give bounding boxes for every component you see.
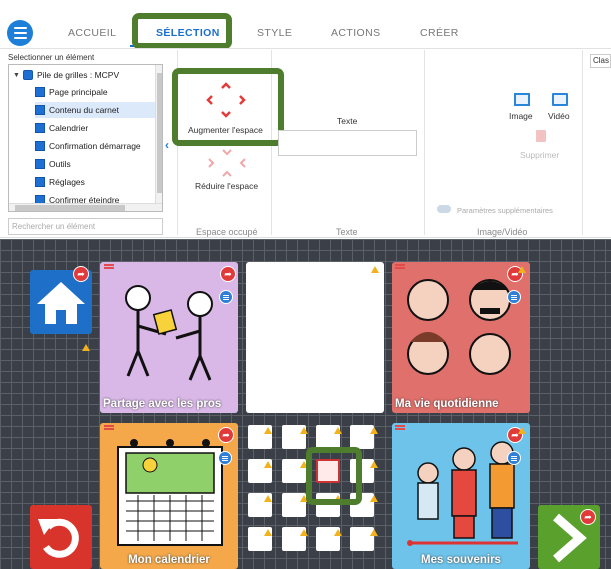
warning-icon [264, 495, 272, 502]
texte-label: Texte [337, 116, 358, 126]
divider [424, 50, 425, 235]
home-icon [37, 282, 85, 324]
texte-group-label: Texte [336, 227, 358, 237]
list-badge-icon[interactable] [218, 451, 232, 465]
share-badge-icon[interactable]: ➦ [218, 427, 234, 443]
red-marker-icon [395, 264, 405, 266]
tree-horizontal-scrollbar[interactable] [9, 203, 162, 211]
supprimer-label[interactable]: Supprimer [520, 150, 559, 160]
image-icon[interactable] [514, 93, 530, 106]
texte-input[interactable] [278, 130, 417, 156]
share-badge-icon[interactable]: ➦ [73, 266, 89, 282]
tree-item-label: Calendrier [49, 123, 89, 133]
trash-icon[interactable] [536, 130, 546, 142]
highlight-selection-tab [132, 13, 232, 49]
image-button-label[interactable]: Image [509, 111, 533, 121]
warning-icon [371, 266, 379, 273]
red-marker-icon [395, 425, 405, 427]
card-title: Mes souvenirs [421, 554, 501, 566]
tab-style[interactable]: STYLE [257, 27, 292, 39]
family-memories-icon [407, 441, 518, 546]
card-title: Mon calendrier [128, 554, 210, 566]
list-badge-icon[interactable] [507, 290, 521, 304]
tab-accueil[interactable]: ACCUEIL [68, 27, 116, 39]
tab-actions[interactable]: ACTIONS [331, 27, 380, 39]
undo-arrow-icon [38, 518, 79, 558]
warning-icon [370, 495, 378, 502]
grid-icon [35, 159, 45, 169]
card-title: Ma vie quotidienne [395, 398, 499, 410]
tree-item-reglages[interactable]: Réglages [35, 174, 85, 190]
tree-item-label: Outils [49, 159, 71, 169]
warning-icon [370, 529, 378, 536]
grid-icon [35, 141, 45, 151]
people-sharing-icon [125, 285, 213, 381]
top-bar: ACCUEIL SÉLECTION STYLE ACTIONS CRÉER [0, 0, 611, 48]
tree-item-contenu-carnet[interactable]: Contenu du carnet [35, 102, 162, 118]
tree-item-label: Contenu du carnet [49, 105, 119, 115]
card-partage[interactable]: Partage avec les pros [100, 262, 238, 413]
tree-scrollbar[interactable] [155, 65, 162, 211]
list-badge-icon[interactable] [219, 290, 233, 304]
red-marker-icon [104, 425, 114, 427]
warning-icon [334, 529, 342, 536]
tree-item-confirmation[interactable]: Confirmation démarrage [35, 138, 141, 154]
parametres-label[interactable]: Paramètres supplémentaires [457, 206, 553, 215]
daily-life-icon [407, 279, 511, 375]
calendar-icon [117, 439, 223, 546]
warning-icon [334, 427, 342, 434]
tree-item-label: Réglages [49, 177, 85, 187]
tree-item-calendrier[interactable]: Calendrier [35, 120, 88, 136]
collapse-panel-icon[interactable]: ‹ [165, 138, 169, 152]
card-calendrier[interactable]: Mon calendrier [100, 423, 238, 569]
element-tree[interactable]: ▼ Pile de grilles : MCPV Page principale… [8, 64, 163, 212]
tree-item-outils[interactable]: Outils [35, 156, 71, 172]
tree-item-pile[interactable]: ▼ Pile de grilles : MCPV [13, 67, 119, 83]
tree-item-label: Confirmation démarrage [49, 141, 141, 151]
grid-stack-icon [22, 70, 33, 80]
warning-icon [300, 529, 308, 536]
toggle-icon[interactable] [437, 205, 451, 213]
back-button[interactable] [30, 505, 92, 569]
warning-icon [518, 266, 526, 273]
tree-item-page-principale[interactable]: Page principale [35, 84, 108, 100]
highlight-selected-cell [306, 447, 362, 505]
empty-cell[interactable] [246, 262, 384, 413]
expand-triangle-icon[interactable]: ▼ [13, 72, 20, 79]
grid-icon [35, 177, 45, 187]
warning-icon [370, 427, 378, 434]
grid-icon [35, 87, 45, 97]
search-element-input[interactable]: Rechercher un élément [8, 218, 163, 235]
list-badge-icon[interactable] [507, 451, 521, 465]
highlight-augmenter [172, 68, 284, 146]
espace-group-label: Espace occupé [196, 227, 258, 237]
tree-item-label: Pile de grilles : MCPV [36, 70, 120, 80]
divider [582, 50, 583, 235]
red-marker-icon [104, 264, 114, 266]
warning-icon [264, 427, 272, 434]
share-badge-icon[interactable]: ➦ [220, 266, 236, 282]
warning-icon [518, 427, 526, 434]
warning-icon [300, 427, 308, 434]
video-button-label[interactable]: Vidéo [548, 111, 570, 121]
grid-icon [35, 123, 45, 133]
card-souvenirs[interactable]: Mes souvenirs [392, 423, 530, 569]
warning-icon [370, 461, 378, 468]
tab-creer[interactable]: CRÉER [420, 27, 459, 39]
warning-icon [264, 461, 272, 468]
card-title: Partage avec les pros [103, 398, 222, 410]
grid-icon [35, 105, 45, 115]
image-group-label: Image/Vidéo [477, 227, 528, 237]
warning-icon [264, 529, 272, 536]
share-badge-icon[interactable]: ➦ [580, 509, 596, 525]
shrink-arrows-icon[interactable] [207, 148, 247, 178]
reduire-espace-label[interactable]: Réduire l'espace [195, 181, 258, 191]
class-field[interactable]: Clas [590, 54, 611, 68]
menu-icon[interactable] [7, 20, 33, 46]
video-icon[interactable] [552, 93, 568, 106]
card-vie-quotidienne[interactable]: Ma vie quotidienne [392, 262, 530, 413]
tree-item-label: Page principale [49, 87, 108, 97]
tree-label: Selectionner un élément [8, 53, 95, 62]
warning-icon [82, 344, 90, 351]
